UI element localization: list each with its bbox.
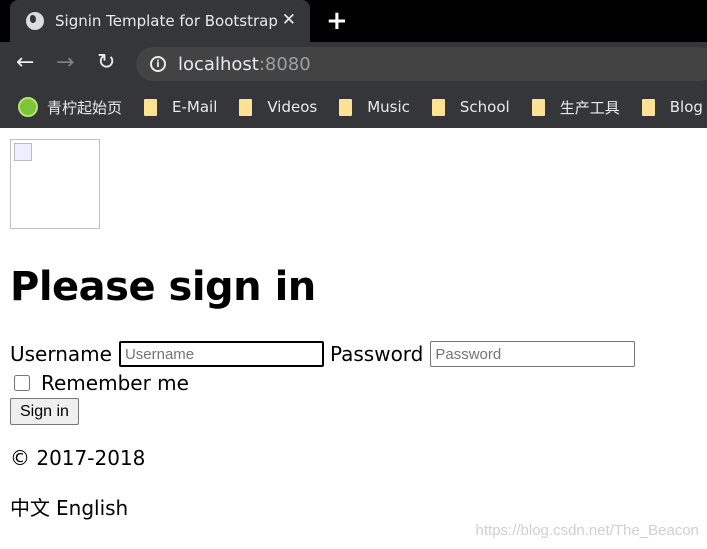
page-content: Please sign in Username Password Remembe… <box>0 128 707 549</box>
globe-icon <box>26 12 44 30</box>
username-label: Username <box>10 342 112 366</box>
bookmark-label: E-Mail <box>172 98 218 116</box>
username-input[interactable] <box>118 341 324 367</box>
folder-icon <box>641 98 655 116</box>
close-tab-icon[interactable]: ✕ <box>282 10 296 30</box>
language-links: 中文 English <box>10 492 134 521</box>
forward-icon[interactable]: → <box>56 50 74 75</box>
folder-icon <box>339 98 353 116</box>
address-bar[interactable]: i localhost:8080 <box>136 47 707 81</box>
lang-en-link[interactable]: English <box>56 496 128 520</box>
password-input[interactable] <box>430 341 636 367</box>
folder-icon <box>239 98 253 116</box>
back-icon[interactable]: ← <box>16 50 34 75</box>
toolbar: ← → ↻ i localhost:8080 <box>0 42 707 86</box>
bookmarks-bar: 青柠起始页 E-Mail Videos Music School 生产工具 Bl… <box>0 86 707 128</box>
url-port: :8080 <box>258 53 311 75</box>
folder-icon <box>531 98 545 116</box>
password-label: Password <box>329 342 424 366</box>
watermark: https://blog.csdn.net/The_Beacon <box>475 522 699 539</box>
bookmark-label: School <box>459 98 510 116</box>
remember-label: Remember me <box>41 371 189 395</box>
bookmark-music[interactable]: Music <box>339 98 410 116</box>
bookmark-email[interactable]: E-Mail <box>144 98 217 116</box>
folder-icon <box>431 98 445 116</box>
bookmark-blog[interactable]: Blog <box>641 98 703 116</box>
lang-zh-link[interactable]: 中文 <box>10 496 50 520</box>
lime-icon <box>18 97 38 117</box>
info-icon[interactable]: i <box>150 56 166 72</box>
remember-row: Remember me <box>14 371 189 395</box>
broken-image-icon <box>10 139 100 229</box>
bookmark-start-page[interactable]: 青柠起始页 <box>18 97 122 118</box>
browser-tab[interactable]: Signin Template for Bootstrap ✕ <box>10 0 310 42</box>
tab-title: Signin Template for Bootstrap <box>55 12 278 30</box>
sign-in-button[interactable]: Sign in <box>10 398 79 425</box>
bookmark-label: Music <box>367 98 410 116</box>
remember-checkbox[interactable] <box>14 375 30 391</box>
bookmark-label: Blog <box>669 98 703 116</box>
bookmark-label: 青柠起始页 <box>47 98 123 117</box>
folder-icon <box>144 98 158 116</box>
bookmark-school[interactable]: School <box>431 98 510 116</box>
new-tab-icon[interactable]: + <box>326 6 348 36</box>
login-fields: Username Password <box>10 341 641 367</box>
tab-strip: Signin Template for Bootstrap ✕ + <box>0 0 707 42</box>
bookmark-label: Videos <box>267 98 318 116</box>
bookmark-label: 生产工具 <box>559 98 620 117</box>
url-host: localhost <box>178 53 259 75</box>
page-title: Please sign in <box>10 264 316 310</box>
bookmark-tools[interactable]: 生产工具 <box>531 97 620 118</box>
copyright: © 2017-2018 <box>10 446 146 470</box>
bookmark-videos[interactable]: Videos <box>239 98 317 116</box>
reload-icon[interactable]: ↻ <box>97 50 115 75</box>
